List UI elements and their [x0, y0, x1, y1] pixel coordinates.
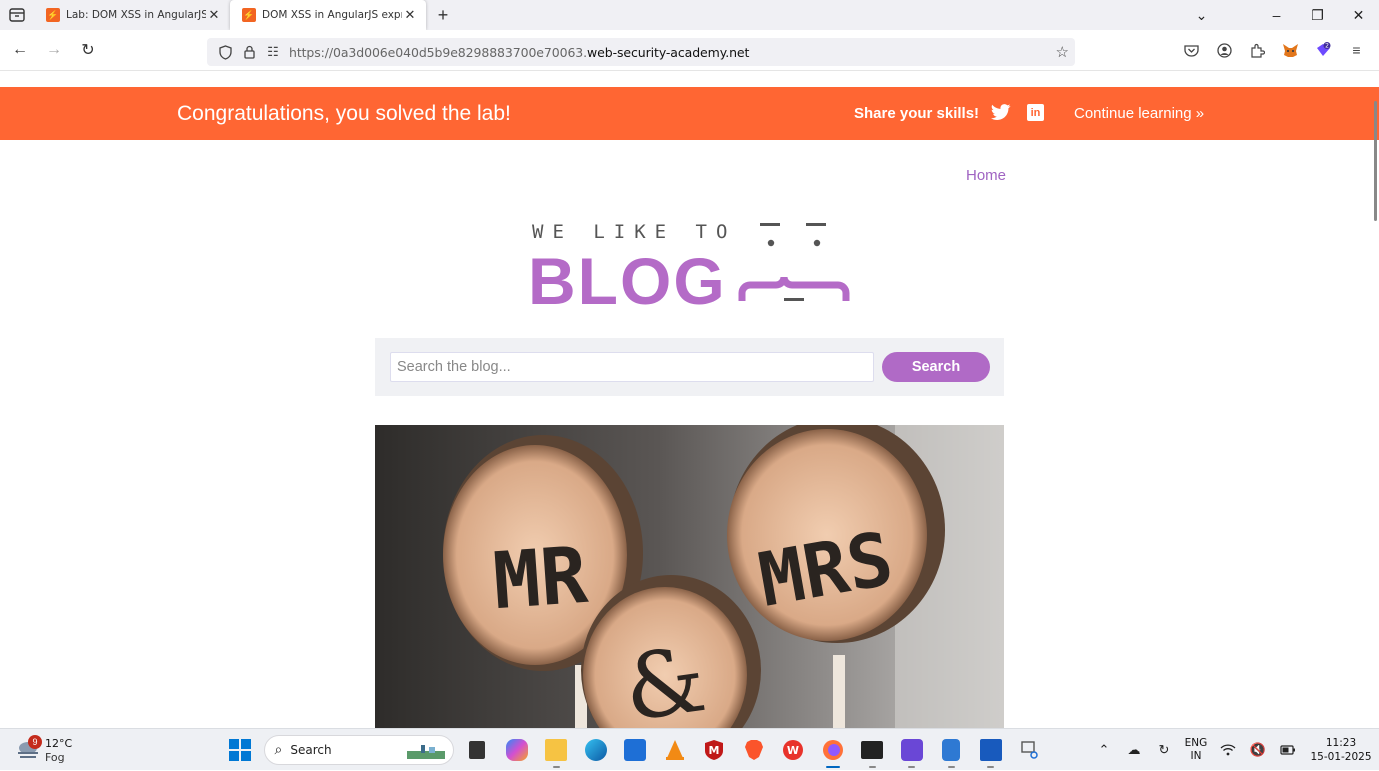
- clock[interactable]: 11:23 15-01-2025: [1303, 736, 1379, 764]
- scrollbar-thumb[interactable]: [1374, 101, 1377, 221]
- solved-message: Congratulations, you solved the lab!: [177, 102, 511, 125]
- brave-browser-icon[interactable]: [734, 729, 774, 771]
- extensions-icon[interactable]: [1241, 43, 1274, 58]
- volume-muted-icon[interactable]: 🔇: [1243, 742, 1273, 758]
- svg-text:2: 2: [1325, 43, 1329, 50]
- page-scrollbar[interactable]: [1373, 71, 1379, 728]
- bookmark-star-icon[interactable]: ☆: [1056, 43, 1069, 61]
- back-button[interactable]: ←: [4, 34, 36, 66]
- weather-widget[interactable]: 9 12°C Fog: [14, 735, 104, 765]
- microsoft-store-icon[interactable]: [616, 729, 656, 771]
- terminal-icon[interactable]: [853, 729, 893, 771]
- lock-icon[interactable]: [237, 45, 261, 59]
- svg-text:M: M: [709, 744, 720, 757]
- notepad-icon[interactable]: [932, 729, 972, 771]
- close-window-button[interactable]: ✕: [1338, 7, 1379, 24]
- taskbar-search[interactable]: ⌕ Search: [263, 735, 454, 765]
- logo-face-icon: [738, 223, 850, 301]
- copilot-icon[interactable]: [497, 729, 537, 771]
- url-bar[interactable]: ☷ https://0a3d006e040d5b9e8298883700e700…: [207, 38, 1075, 66]
- system-tray: ⌃ ☁ ↻ ENG IN 🔇 11:23 15-01-2025: [1089, 729, 1379, 771]
- wifi-icon[interactable]: [1213, 744, 1243, 756]
- browser-tab-bar: ⚡ Lab: DOM XSS in AngularJS exp ✕ ⚡ DOM …: [0, 0, 1379, 30]
- snipping-tool-icon[interactable]: [1011, 729, 1051, 771]
- url-text[interactable]: https://0a3d006e040d5b9e8298883700e70063…: [289, 45, 749, 60]
- search-section: Search: [375, 338, 1004, 396]
- home-link[interactable]: Home: [966, 167, 1006, 184]
- reload-button[interactable]: ↻: [72, 34, 104, 66]
- image-text-mr: MR: [490, 531, 590, 627]
- search-button[interactable]: Search: [882, 352, 990, 382]
- windows-start-icon[interactable]: [220, 729, 260, 771]
- wps-office-icon[interactable]: W: [774, 729, 814, 771]
- search-input[interactable]: [390, 352, 874, 382]
- windows-taskbar: 9 12°C Fog ⌕ Search M W ⌃ ☁ ↻ ENG IN 🔇 1…: [0, 728, 1379, 770]
- onedrive-cloud-icon[interactable]: ☁: [1119, 742, 1149, 758]
- new-tab-button[interactable]: +: [426, 0, 460, 30]
- image-text-ampersand: &: [618, 627, 712, 728]
- continue-learning-link[interactable]: Continue learning »: [1074, 105, 1204, 122]
- firefox-icon[interactable]: [813, 729, 853, 771]
- browser-tab-active[interactable]: ⚡ DOM XSS in AngularJS expressi ✕: [230, 0, 426, 30]
- logo-title: BLOG: [528, 244, 727, 318]
- minimize-button[interactable]: –: [1256, 7, 1297, 23]
- show-hidden-icons-chevron-icon[interactable]: ⌃: [1089, 742, 1119, 758]
- metamask-fox-icon[interactable]: [1274, 43, 1307, 58]
- close-tab-icon[interactable]: ✕: [402, 7, 418, 23]
- tab-overflow-chevron-icon[interactable]: ⌄: [1181, 7, 1222, 24]
- web-page: Congratulations, you solved the lab! Sha…: [0, 71, 1379, 728]
- blog-logo: WE LIKE TO BLOG: [528, 221, 853, 318]
- browser-nav-bar: ← → ↻ ☷ https://0a3d006e040d5b9e82988837…: [0, 30, 1379, 71]
- menu-hamburger-icon[interactable]: ≡: [1340, 42, 1373, 58]
- share-skills-label: Share your skills!: [854, 105, 980, 122]
- edge-browser-icon[interactable]: [576, 729, 616, 771]
- close-tab-icon[interactable]: ✕: [206, 7, 222, 23]
- task-view-icon[interactable]: [458, 729, 498, 771]
- sync-icon[interactable]: ↻: [1149, 742, 1179, 758]
- account-icon[interactable]: [1208, 42, 1241, 58]
- battery-icon[interactable]: [1273, 745, 1303, 755]
- tab-title: DOM XSS in AngularJS expressi: [262, 9, 402, 21]
- restore-button[interactable]: ❐: [1297, 7, 1338, 24]
- tracking-protection-shield-icon[interactable]: [213, 44, 237, 60]
- portswigger-favicon-icon: ⚡: [46, 8, 60, 22]
- linkedin-icon[interactable]: in: [1027, 104, 1044, 121]
- search-icon: ⌕: [274, 742, 283, 758]
- portswigger-favicon-icon: ⚡: [242, 8, 256, 22]
- taskbar-search-label: Search: [290, 743, 332, 757]
- weather-badge: 9: [28, 735, 42, 749]
- forward-button[interactable]: →: [38, 34, 70, 66]
- burp-suite-icon[interactable]: [892, 729, 932, 771]
- proton-extension-icon[interactable]: 2: [1307, 42, 1340, 58]
- mcafee-icon[interactable]: M: [695, 729, 735, 771]
- tab-list-icon[interactable]: [0, 0, 34, 30]
- lab-solved-banner: Congratulations, you solved the lab! Sha…: [0, 87, 1379, 140]
- svg-text:W: W: [787, 744, 799, 757]
- tab-title: Lab: DOM XSS in AngularJS exp: [66, 9, 206, 21]
- vlc-icon[interactable]: [655, 729, 695, 771]
- browser-tab-lab[interactable]: ⚡ Lab: DOM XSS in AngularJS exp ✕: [34, 0, 230, 30]
- taskbar-apps: ⌕ Search M W: [220, 729, 1050, 771]
- language-indicator[interactable]: ENG IN: [1179, 737, 1213, 763]
- post-image[interactable]: MR MRS &: [375, 425, 1004, 728]
- search-highlight-icon: [406, 745, 445, 759]
- word-icon[interactable]: [971, 729, 1011, 771]
- weather-condition: Fog: [45, 751, 65, 764]
- site-permissions-icon[interactable]: ☷: [261, 44, 285, 60]
- file-explorer-icon[interactable]: [537, 729, 577, 771]
- twitter-icon[interactable]: [991, 104, 1011, 122]
- pocket-icon[interactable]: [1175, 44, 1208, 57]
- logo-tagline: WE LIKE TO: [532, 221, 737, 243]
- temperature: 12°C: [45, 737, 73, 750]
